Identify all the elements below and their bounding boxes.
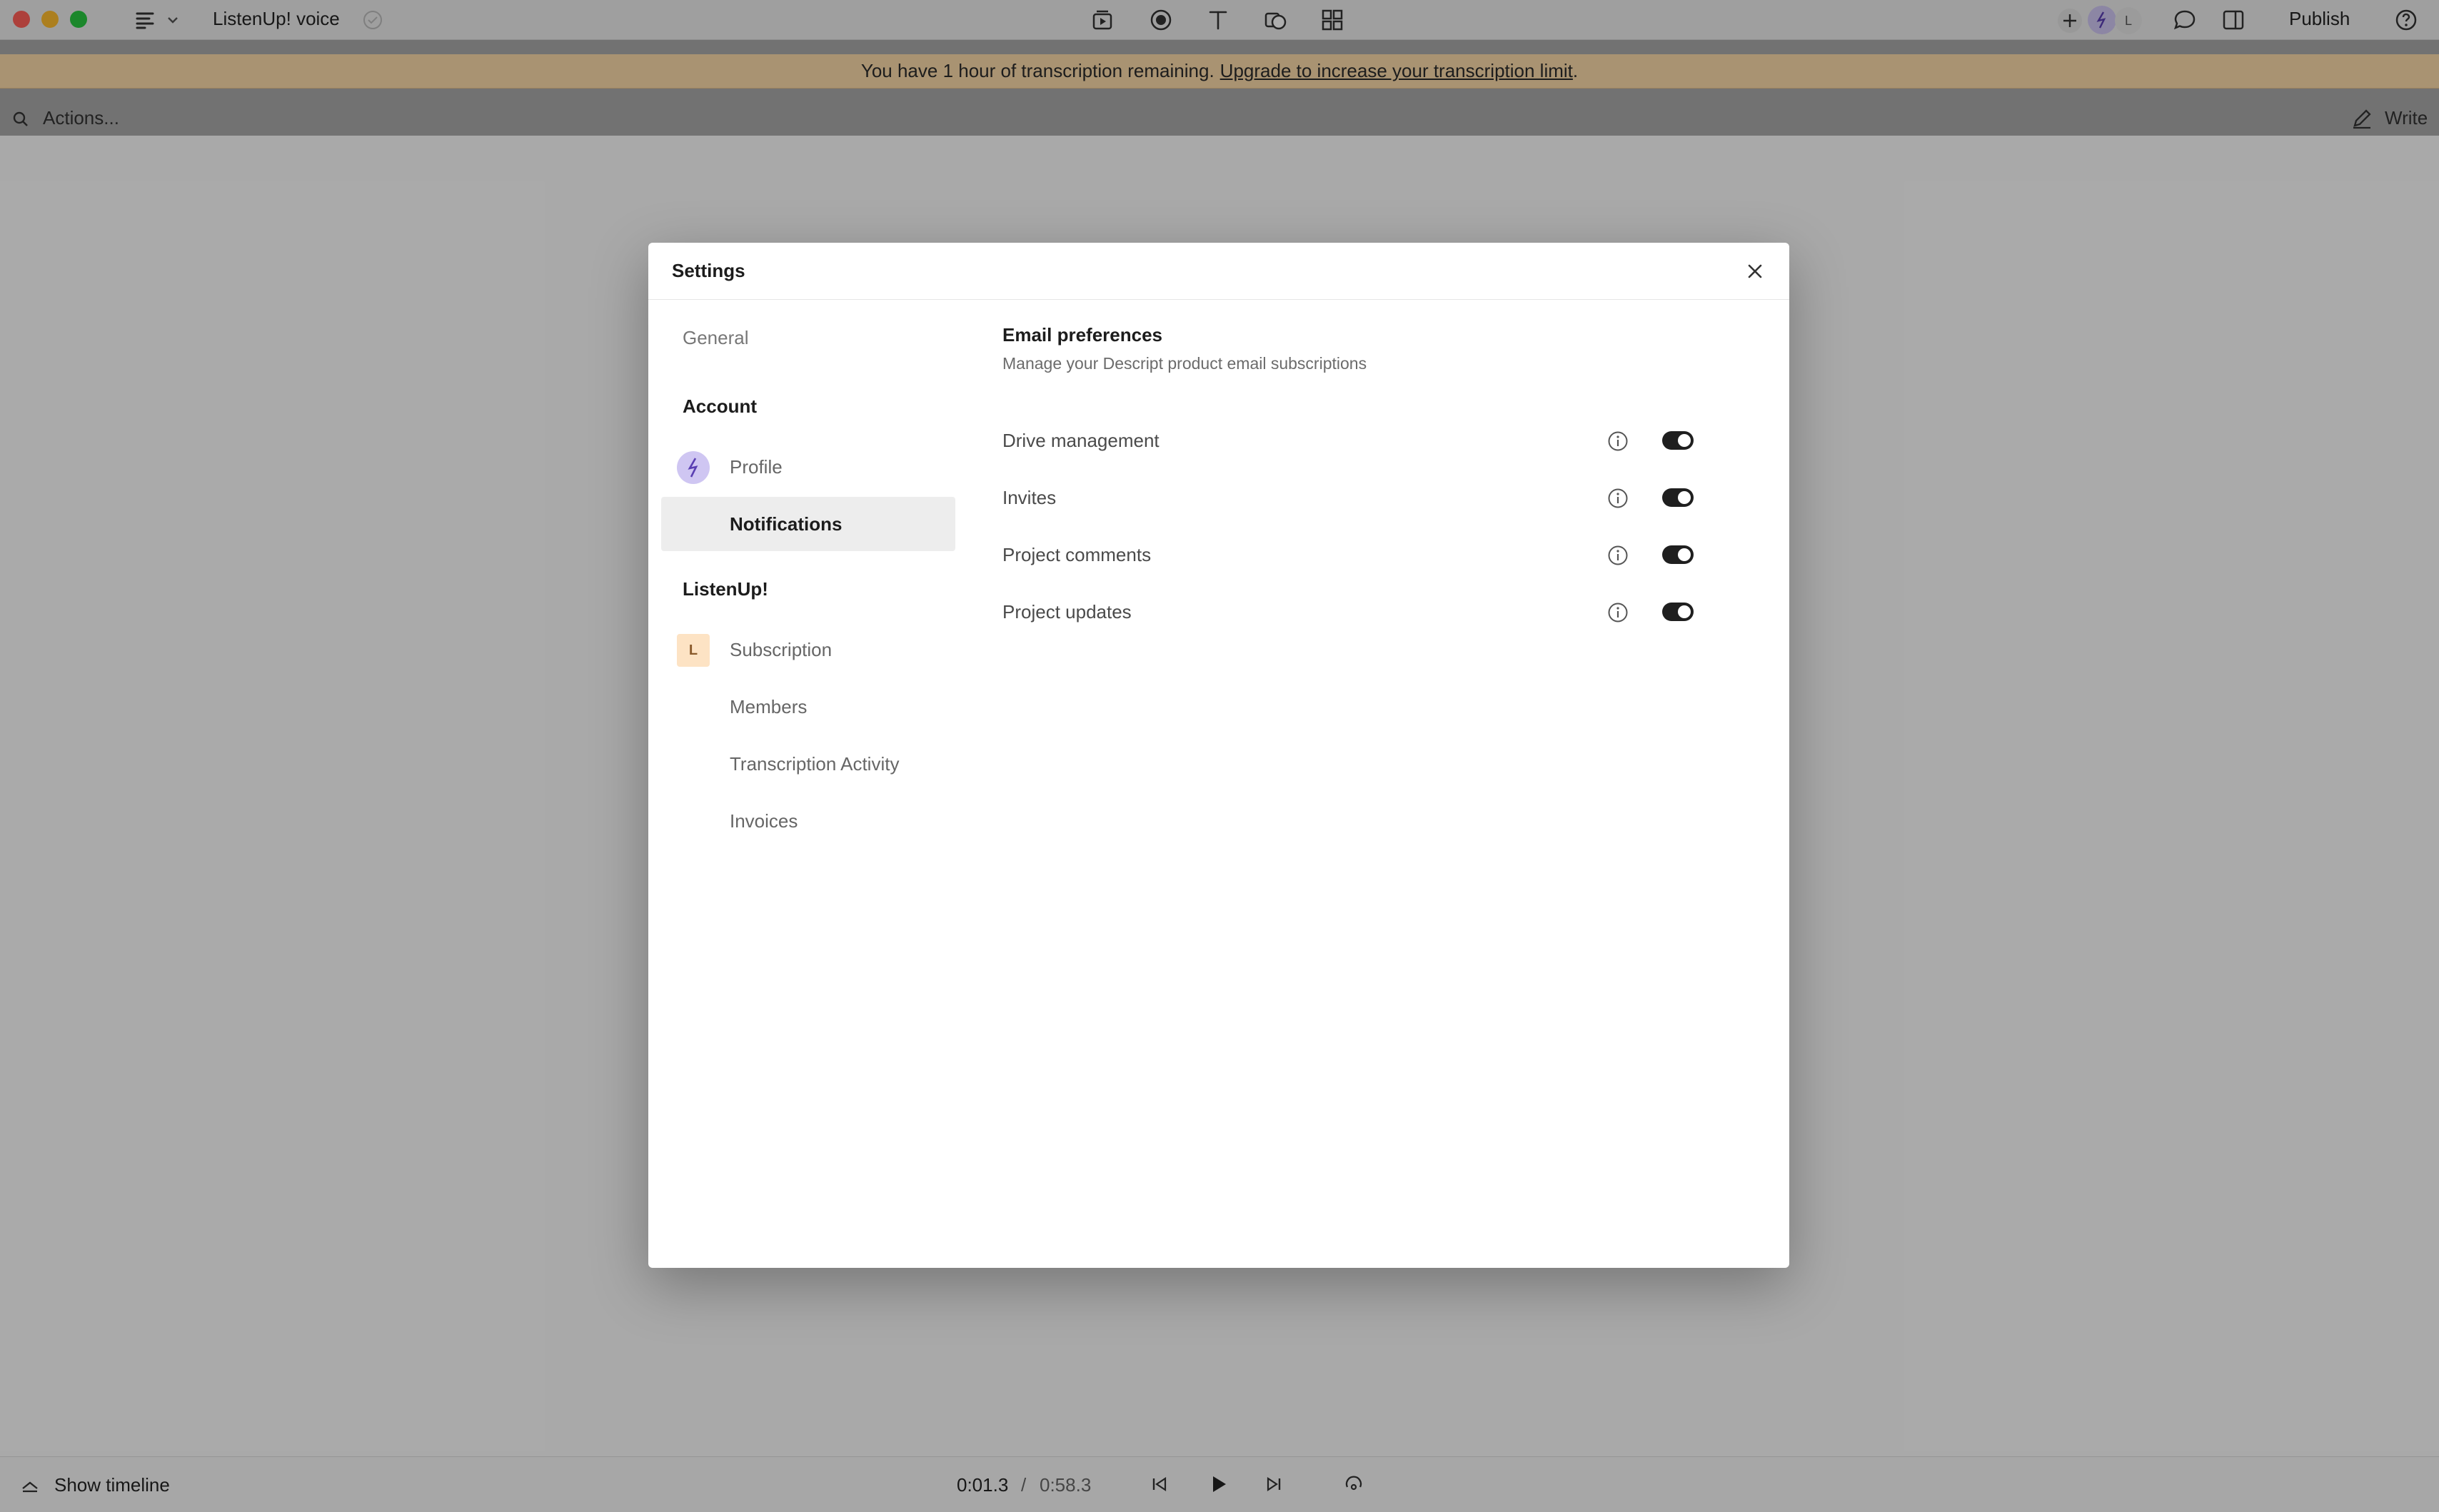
nav-label-members: Members	[730, 695, 808, 717]
toggle-switch[interactable]	[1662, 488, 1694, 507]
settings-header: Settings	[648, 243, 1789, 300]
settings-title: Settings	[672, 260, 745, 281]
nav-label-notifications: Notifications	[730, 513, 843, 535]
org-avatar-icon: L	[677, 634, 710, 667]
toggle-switch[interactable]	[1662, 545, 1694, 564]
pref-row: Drive management	[1002, 420, 1766, 463]
pref-label: Project comments	[1002, 544, 1152, 565]
nav-item-invoices[interactable]: Invoices	[661, 794, 955, 848]
section-title: Email preferences	[1002, 324, 1163, 346]
toggle-switch[interactable]	[1662, 603, 1694, 621]
nav-item-profile[interactable]: Profile	[661, 440, 955, 494]
pref-label: Project updates	[1002, 601, 1132, 623]
nav-label-profile: Profile	[730, 455, 783, 478]
nav-item-subscription[interactable]: L Subscription	[661, 623, 955, 677]
nav-heading-org: ListenUp!	[683, 578, 768, 600]
pref-row: Project updates	[1002, 591, 1766, 634]
nav-label-invoices: Invoices	[730, 810, 798, 832]
info-icon[interactable]	[1606, 430, 1629, 453]
toggle-knob	[1678, 491, 1691, 504]
settings-dialog: Settings General Account Profile Notific…	[648, 243, 1789, 1268]
profile-avatar-icon	[677, 451, 710, 484]
info-icon[interactable]	[1606, 601, 1629, 624]
pref-row: Project comments	[1002, 534, 1766, 577]
close-icon[interactable]	[1742, 258, 1768, 284]
toggle-switch[interactable]	[1662, 431, 1694, 450]
nav-label-transcription-activity: Transcription Activity	[730, 752, 900, 775]
toggle-knob	[1678, 434, 1691, 447]
pref-row: Invites	[1002, 477, 1766, 520]
nav-general[interactable]: General	[683, 327, 749, 349]
toggle-knob	[1678, 605, 1691, 618]
nav-item-notifications[interactable]: Notifications	[661, 497, 955, 551]
pref-label: Invites	[1002, 487, 1057, 508]
toggle-knob	[1678, 548, 1691, 561]
nav-heading-account: Account	[683, 395, 757, 417]
nav-label-subscription: Subscription	[730, 638, 833, 660]
info-icon[interactable]	[1606, 487, 1629, 510]
pref-label: Drive management	[1002, 430, 1160, 451]
info-icon[interactable]	[1606, 544, 1629, 567]
nav-item-members[interactable]: Members	[661, 680, 955, 734]
section-subtitle: Manage your Descript product email subsc…	[1002, 354, 1367, 373]
nav-item-transcription-activity[interactable]: Transcription Activity	[661, 737, 955, 791]
